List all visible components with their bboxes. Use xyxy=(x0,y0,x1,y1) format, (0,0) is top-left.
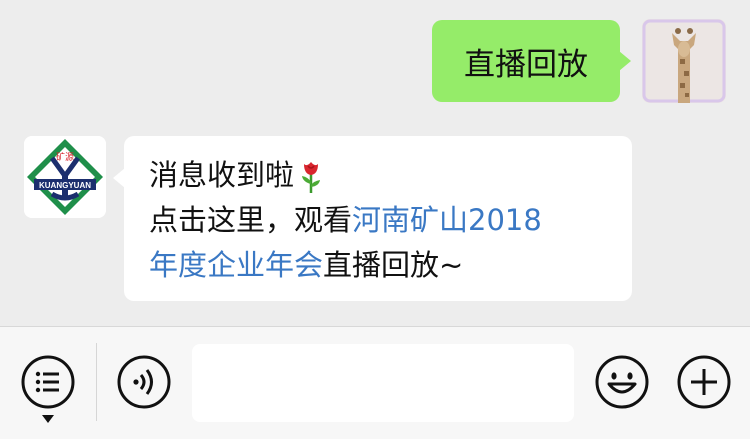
menu-caret-icon xyxy=(42,415,54,423)
more-button[interactable] xyxy=(676,354,732,410)
message-line-3: 年度企业年会直播回放~ xyxy=(149,243,614,288)
emoji-icon xyxy=(595,355,649,409)
plus-icon xyxy=(677,355,731,409)
message-greeting: 消息收到啦 xyxy=(149,158,295,192)
logo-top-text: 矿源 xyxy=(56,151,74,163)
message-line-1: 消息收到啦 xyxy=(149,153,614,198)
emoji-button[interactable] xyxy=(594,354,650,410)
giraffe-avatar-image xyxy=(642,19,726,103)
message-input[interactable] xyxy=(192,344,574,422)
voice-button[interactable] xyxy=(116,354,172,410)
user-avatar[interactable] xyxy=(642,19,726,103)
message-link-part-2[interactable]: 年度企业年会 xyxy=(149,248,323,282)
message-prompt: 点击这里，观看 xyxy=(149,203,353,237)
outgoing-message-text: 直播回放 xyxy=(464,46,588,83)
rose-emoji-icon xyxy=(302,162,321,193)
divider xyxy=(96,343,97,421)
message-suffix: 直播回放~ xyxy=(323,248,464,282)
menu-button[interactable] xyxy=(20,354,76,410)
voice-icon xyxy=(117,355,171,409)
incoming-message-bubble: 消息收到啦 点击这里，观看河南矿山2018 年度企业年会直播回放~ xyxy=(113,136,632,301)
menu-list-icon xyxy=(21,355,75,409)
input-bar xyxy=(0,326,750,439)
logo-band-text: KUANGYUAN xyxy=(39,181,91,190)
message-link-part-1[interactable]: 河南矿山2018 xyxy=(352,203,542,237)
message-line-2: 点击这里，观看河南矿山2018 xyxy=(149,198,614,243)
kuangyuan-logo-icon: KUANGYUAN 矿源 xyxy=(24,136,106,218)
kuangyuan-logo-avatar[interactable]: KUANGYUAN 矿源 xyxy=(24,136,106,218)
chat-area: 直播回放 KUANGYUAN 矿源 消息收到啦 点击这里，观看河南矿山2018 … xyxy=(0,0,750,326)
outgoing-message-bubble[interactable]: 直播回放 xyxy=(432,20,631,102)
